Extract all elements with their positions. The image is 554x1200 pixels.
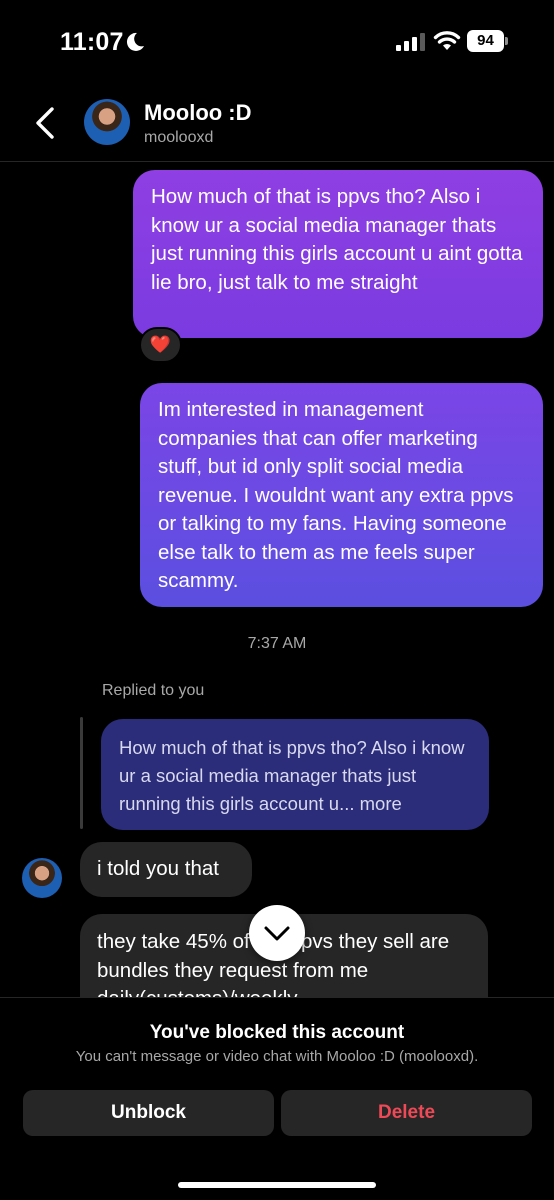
reply-quote-bubble[interactable]: How much of that is ppvs tho? Also i kno…: [101, 719, 489, 830]
outgoing-message-1[interactable]: How much of that is ppvs tho? Also i kno…: [133, 170, 543, 338]
contact-username[interactable]: moolooxd: [144, 129, 213, 147]
moon-icon: [126, 32, 144, 51]
blocked-account-panel: You've blocked this account You can't me…: [0, 997, 554, 1200]
signal-icon: [396, 33, 425, 51]
scroll-to-bottom-button[interactable]: [249, 905, 305, 961]
outgoing-message-2[interactable]: Im interested in management companies th…: [140, 383, 543, 607]
battery-icon: 94: [467, 30, 509, 52]
sender-avatar[interactable]: [22, 858, 62, 898]
back-chevron-icon[interactable]: [32, 106, 58, 140]
heart-reaction-icon[interactable]: ❤️: [139, 327, 182, 363]
chat-header: Mooloo :D moolooxd: [0, 90, 554, 160]
status-time: 11:07: [60, 28, 124, 56]
blocked-title: You've blocked this account: [149, 1022, 405, 1043]
incoming-message-1[interactable]: i told you that: [80, 842, 252, 897]
battery-level: 94: [467, 30, 504, 52]
avatar[interactable]: [84, 99, 130, 145]
contact-name[interactable]: Mooloo :D: [144, 100, 252, 126]
chevron-down-icon: [264, 926, 290, 941]
status-bar: 11:07 94: [0, 0, 554, 80]
home-indicator[interactable]: [178, 1182, 376, 1188]
header-divider: [0, 161, 554, 162]
unblock-button[interactable]: Unblock: [23, 1090, 274, 1136]
reply-indicator-bar: [80, 717, 83, 829]
replied-label: Replied to you: [102, 682, 205, 699]
blocked-subtitle: You can't message or video chat with Moo…: [75, 1048, 479, 1065]
wifi-icon: [433, 31, 461, 50]
message-timestamp: 7:37 AM: [247, 635, 307, 652]
delete-button[interactable]: Delete: [281, 1090, 532, 1136]
